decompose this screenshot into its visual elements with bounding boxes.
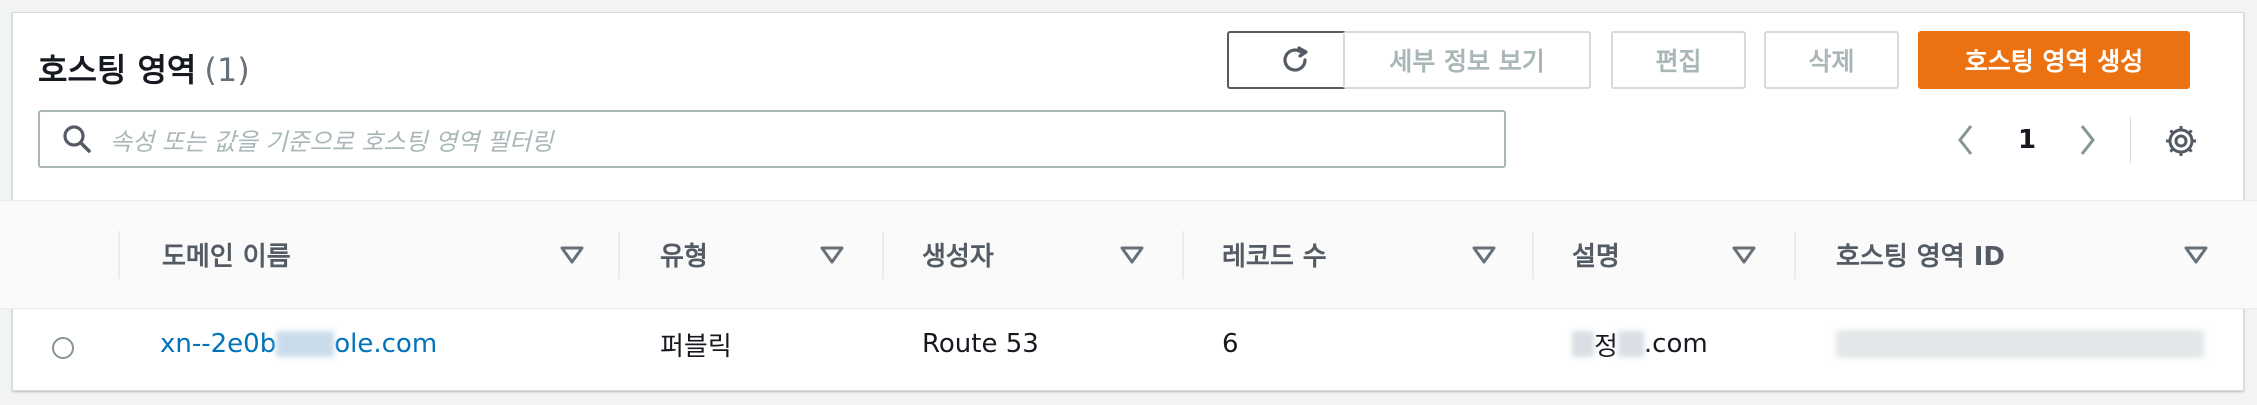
sort-triangle-icon — [1472, 246, 1496, 264]
pager-divider — [2130, 117, 2131, 163]
redacted-blur — [1617, 331, 1644, 357]
column-header-description[interactable]: 설명 — [1532, 201, 1794, 308]
column-header-created-by[interactable]: 생성자 — [882, 201, 1182, 308]
hosted-zone-id-cell — [1836, 310, 2204, 378]
column-separator — [1182, 231, 1184, 279]
redacted-blur — [1836, 330, 2204, 358]
current-page-number[interactable]: 1 — [2018, 118, 2036, 162]
description-cell: 정 .com — [1572, 310, 1708, 378]
sort-triangle-icon — [820, 246, 844, 264]
refresh-icon — [1283, 46, 1308, 72]
filter-search-input[interactable]: 속성 또는 값을 기준으로 호스팅 영역 필터링 — [38, 110, 1506, 168]
table-row: xn--2e0b ole.com 퍼블릭 Route 53 6 정 .com — [0, 310, 2257, 378]
description-mid: 정 — [1594, 331, 1618, 362]
column-header-record-count[interactable]: 레코드 수 — [1182, 201, 1532, 308]
type-cell: 퍼블릭 — [660, 331, 732, 362]
sort-triangle-icon — [560, 246, 584, 264]
column-separator — [118, 231, 120, 279]
column-label: 생성자 — [922, 242, 994, 272]
next-page-button[interactable] — [2076, 118, 2098, 162]
gear-icon[interactable] — [2164, 124, 2198, 158]
create-hosted-zone-button[interactable]: 호스팅 영역 생성 — [1918, 31, 2190, 89]
column-header-hosted-zone-id[interactable]: 호스팅 영역 ID — [1794, 201, 2234, 308]
page-title-text: 호스팅 영역 — [38, 51, 197, 89]
column-separator — [618, 231, 620, 279]
column-label: 도메인 이름 — [162, 242, 291, 272]
search-placeholder: 속성 또는 값을 기준으로 호스팅 영역 필터링 — [110, 127, 554, 156]
column-separator — [882, 231, 884, 279]
chevron-right-icon — [2080, 125, 2095, 155]
sort-triangle-icon — [1120, 246, 1144, 264]
sort-triangle-icon — [1732, 246, 1756, 264]
view-details-button[interactable]: 세부 정보 보기 — [1343, 31, 1591, 89]
edit-button[interactable]: 편집 — [1611, 31, 1746, 89]
created-by-cell: Route 53 — [922, 329, 1039, 359]
description-suffix: .com — [1643, 329, 1708, 359]
chevron-left-icon — [1958, 125, 1973, 155]
column-label: 호스팅 영역 ID — [1836, 242, 2005, 272]
previous-page-button[interactable] — [1955, 118, 1977, 162]
domain-name-link[interactable]: xn--2e0b ole.com — [160, 310, 437, 378]
search-icon — [63, 125, 91, 153]
column-label: 유형 — [660, 242, 708, 272]
column-label: 레코드 수 — [1222, 242, 1327, 272]
delete-button[interactable]: 삭제 — [1764, 31, 1899, 89]
domain-suffix: ole.com — [334, 329, 438, 359]
page-title: 호스팅 영역 (1) — [38, 50, 250, 90]
sort-triangle-icon — [2184, 246, 2208, 264]
table-header: 도메인 이름 유형 생성자 레코드 수 설명 호스팅 영역 ID — [0, 201, 2257, 309]
record-count-cell: 6 — [1222, 329, 1239, 359]
column-header-type[interactable]: 유형 — [618, 201, 882, 308]
redacted-blur — [276, 331, 335, 357]
domain-prefix: xn--2e0b — [160, 329, 277, 359]
redacted-blur — [1572, 331, 1594, 357]
column-separator — [1532, 231, 1534, 279]
column-header-domain-name[interactable]: 도메인 이름 — [118, 201, 618, 308]
zone-count: (1) — [204, 51, 250, 89]
column-label: 설명 — [1572, 242, 1620, 272]
column-separator — [1794, 231, 1796, 279]
